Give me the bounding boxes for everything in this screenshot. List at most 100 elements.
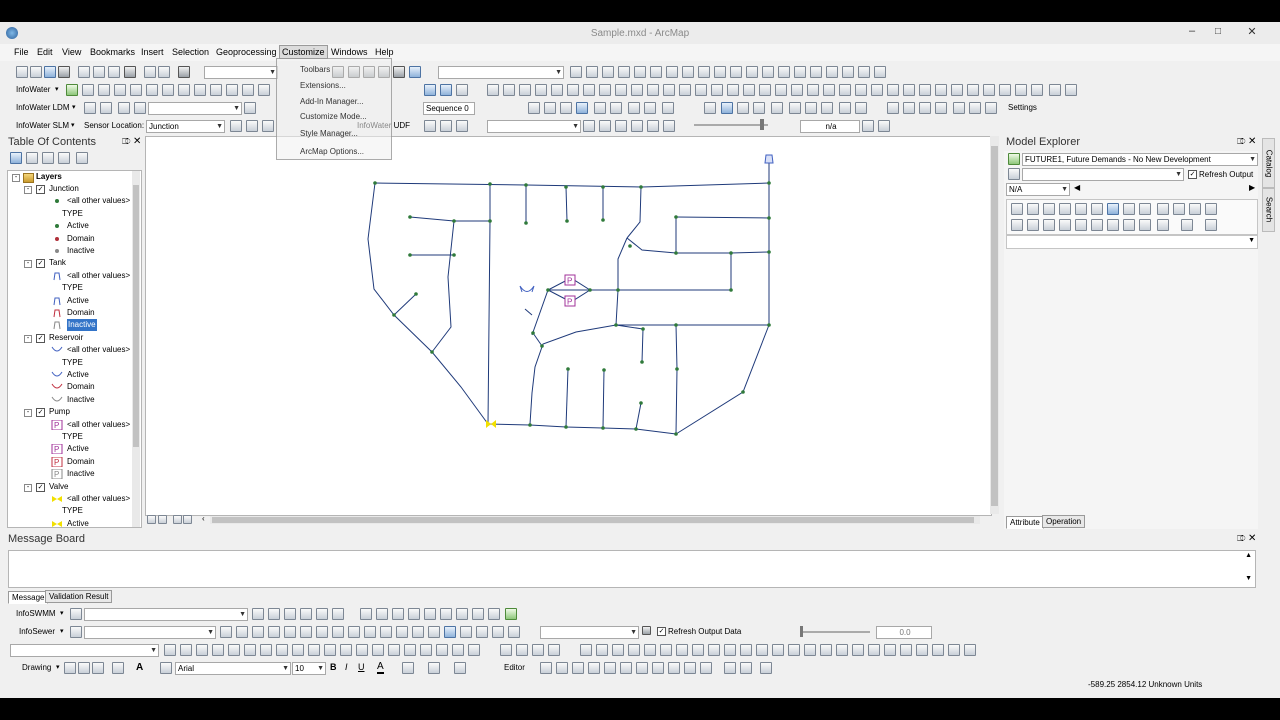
sewer-output-combo[interactable]: ▼ [540,626,639,639]
edit-tool-39[interactable] [804,644,816,656]
toolbar-icon-q[interactable] [810,66,822,78]
junction-node[interactable] [452,219,456,223]
toolbar-icon-n[interactable] [698,66,710,78]
pipe-line[interactable] [374,182,770,188]
toolbar-icon-u[interactable] [874,66,886,78]
explorer-save-icon[interactable] [1107,203,1119,215]
pipe-line[interactable] [626,237,770,254]
explorer-tool-15[interactable] [1043,219,1055,231]
menu-geoprocessing[interactable]: Geoprocessing [216,47,277,57]
valve-yellow-symbol-icon[interactable] [51,494,63,504]
ldm-tool-13[interactable] [935,102,947,114]
explorer-tool-4[interactable] [1059,203,1071,215]
explorer-dropdown-row[interactable]: ▼ [1006,235,1258,249]
cut-icon[interactable] [78,66,90,78]
junction-node[interactable] [674,251,678,255]
sewer-tool-12[interactable] [396,626,408,638]
sewer-time-slider-thumb[interactable] [800,626,803,637]
infowater-tool-4[interactable] [130,84,142,96]
toc-layer-name[interactable]: Reservoir [49,332,83,344]
slm-tool-7[interactable] [631,120,643,132]
junction-node[interactable] [488,219,492,223]
valve-yellow-symbol-icon[interactable] [51,519,63,528]
toc-layer-name[interactable]: Valve [49,481,68,493]
infosewer-run-icon[interactable] [70,626,82,638]
swmm-tool-10[interactable] [408,608,420,620]
pump-purple-symbol-icon[interactable]: P [51,444,63,455]
junction-node[interactable] [729,288,733,292]
toc-symbol-label[interactable]: Active [67,220,89,232]
redo-edit-icon[interactable] [1065,84,1077,96]
infowater-tool-17[interactable] [519,84,531,96]
layout-view-icon[interactable] [158,515,167,524]
expand-layer-icon[interactable]: - [24,334,32,343]
explorer-forward-icon[interactable] [1123,219,1135,231]
edit-tool-19[interactable] [452,644,464,656]
reservoir-icon[interactable] [519,285,535,293]
hyperlink-icon[interactable] [771,102,783,114]
print-icon[interactable] [58,66,70,78]
infowater-tool-41[interactable] [903,84,915,96]
ldm-tool-14[interactable] [953,102,965,114]
full-extent-icon[interactable] [576,102,588,114]
layer-combo[interactable]: ▼ [438,66,564,79]
edit-tool-10[interactable] [308,644,320,656]
infowater-menu-arrow[interactable]: ▾ [55,85,59,93]
junction-node[interactable] [565,219,569,223]
expand-layer-icon[interactable]: - [24,260,32,269]
circle-icon[interactable] [778,66,790,78]
polygon-icon[interactable] [762,66,774,78]
junction-node[interactable] [601,426,605,430]
junction-node[interactable] [602,368,606,372]
junction-node[interactable] [546,288,550,292]
infowater-tool-38[interactable] [855,84,867,96]
explorer-tool-20[interactable] [1181,219,1193,231]
junction-node[interactable] [767,250,771,254]
map-vscroll-thumb[interactable] [991,146,998,506]
junction-node[interactable] [729,251,733,255]
edit-tool-24[interactable] [548,644,560,656]
edit-vertices-icon[interactable] [160,662,172,674]
editor-tool-8[interactable] [652,662,664,674]
scenario-subcombo[interactable]: ▼ [1022,168,1184,181]
toc-root-label[interactable]: Layers [36,171,62,183]
junction-node[interactable] [392,313,396,317]
edit-tool-21[interactable] [500,644,512,656]
infowater-tool-7[interactable] [178,84,190,96]
toolbar-icon-g[interactable] [586,66,598,78]
pipe-line[interactable] [565,368,569,428]
font-size-combo[interactable]: 10 ▼ [292,662,326,675]
edit-tool-41[interactable] [836,644,848,656]
infowater-tool-34[interactable] [791,84,803,96]
junction-node[interactable] [430,350,434,354]
sewer-tool-17[interactable] [476,626,488,638]
res-red-symbol-icon[interactable] [51,382,63,392]
infoswmm-run-icon[interactable] [70,608,82,620]
font-color-icon[interactable]: A [377,661,384,674]
tank-blue-symbol-icon[interactable] [51,296,63,306]
tank-icon[interactable] [764,154,774,164]
infowater-tool-46[interactable] [983,84,995,96]
pipe-line[interactable] [675,324,678,435]
infowater-tool-6[interactable] [162,84,174,96]
menu-edit[interactable]: Edit [37,47,53,57]
toolbar-icon-k[interactable] [650,66,662,78]
swmm-tool-16[interactable] [505,608,517,620]
pipe-line[interactable] [565,186,568,222]
pipe-line[interactable] [675,324,770,435]
infowater-ldm-menu[interactable]: InfoWater LDM [16,103,70,112]
tank-blue-symbol-icon[interactable] [51,271,63,281]
edit-tool-22[interactable] [516,644,528,656]
menu-view[interactable]: View [62,47,81,57]
explorer-tool-3[interactable] [1043,203,1055,215]
slm-tool-3[interactable] [262,120,274,132]
list-by-source-icon[interactable] [26,152,38,164]
edit-tool-23[interactable] [532,644,544,656]
junction-node[interactable] [639,185,643,189]
junction-node[interactable] [674,432,678,436]
side-tab-search[interactable]: Search [1262,188,1275,232]
slm-tool-4[interactable] [583,120,595,132]
udf-tool-2[interactable] [440,120,452,132]
pipe-line[interactable] [431,220,455,353]
edit-tool-37[interactable] [772,644,784,656]
